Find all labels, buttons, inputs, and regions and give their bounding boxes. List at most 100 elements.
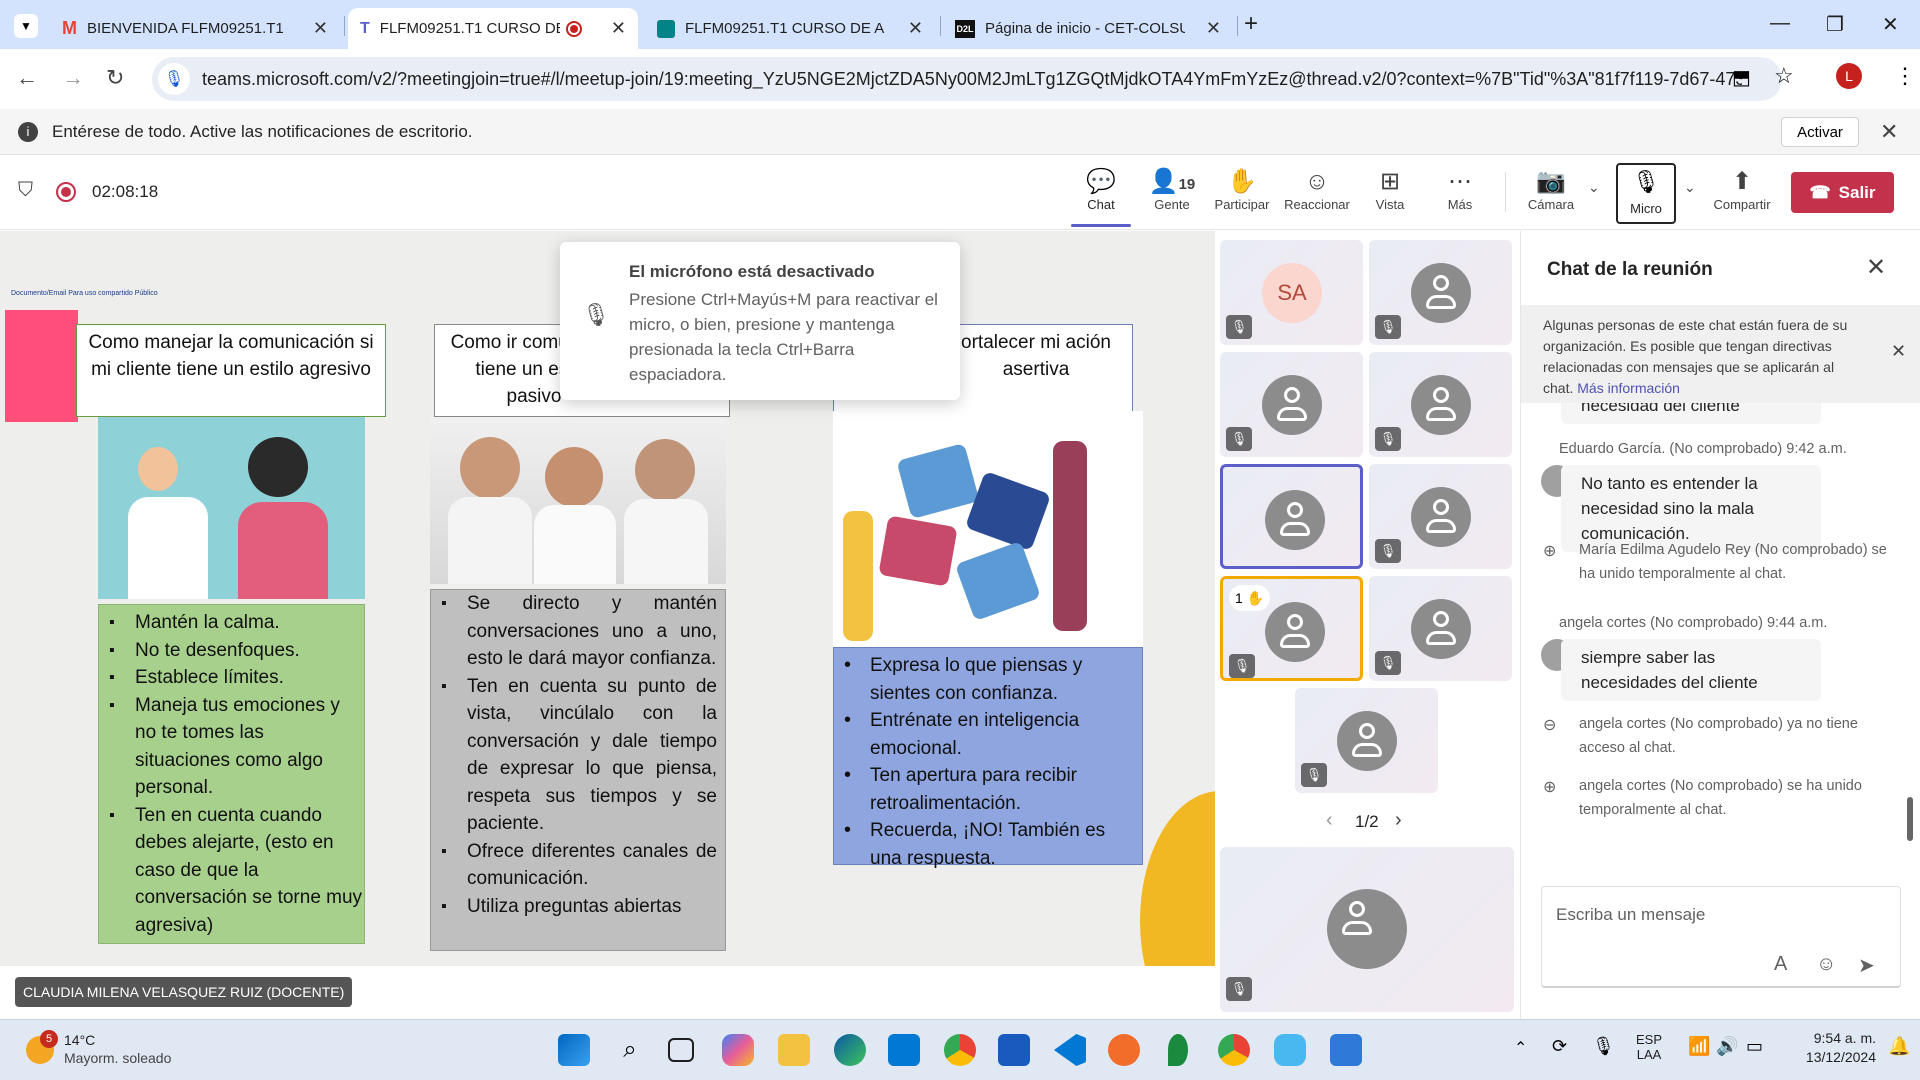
- vscode-icon[interactable]: [1054, 1034, 1086, 1066]
- close-tab-icon[interactable]: ✕: [611, 18, 626, 39]
- reload-icon[interactable]: ↻: [106, 65, 124, 91]
- list-item: Recuerda, ¡NO! También es una respuesta.: [834, 817, 1142, 872]
- self-view-tile[interactable]: 🎙: [1220, 847, 1514, 1012]
- browser-tab-active[interactable]: T FLFM09251.T1 CURSO DE A ✕: [348, 8, 638, 49]
- chrome-icon[interactable]: [944, 1034, 976, 1066]
- send-icon[interactable]: ➤: [1858, 953, 1875, 978]
- profile-avatar[interactable]: L: [1836, 63, 1862, 89]
- more-button[interactable]: ⋯ Más: [1425, 167, 1495, 212]
- camera-options-chevron-icon[interactable]: ⌄: [1588, 179, 1600, 196]
- teams-icon: T: [360, 19, 370, 37]
- volume-icon[interactable]: 🔊: [1716, 1036, 1738, 1057]
- notification-bar: i Entérese de todo. Active las notificac…: [0, 109, 1920, 155]
- message-input[interactable]: Escriba un mensaje A ☺ ➤: [1541, 886, 1901, 988]
- word-icon[interactable]: [998, 1034, 1030, 1066]
- close-banner-icon[interactable]: ✕: [1891, 341, 1906, 362]
- install-app-icon[interactable]: ⬒: [1732, 65, 1751, 90]
- browser-tab[interactable]: FLFM09251.T1 CURSO DE ASES ✕: [645, 8, 935, 49]
- participant-tile[interactable]: 🎙: [1220, 352, 1363, 457]
- info-icon: i: [18, 121, 38, 142]
- store-icon[interactable]: [888, 1034, 920, 1066]
- mic-button[interactable]: 🎙 Micro: [1616, 163, 1676, 224]
- app-icon[interactable]: [1108, 1034, 1140, 1066]
- close-tab-icon[interactable]: ✕: [313, 18, 328, 39]
- react-button[interactable]: ☺ Reaccionar: [1281, 167, 1353, 212]
- participant-tile-hand-raised[interactable]: 1 ✋ 🎙: [1220, 576, 1363, 681]
- notifications-bell-icon[interactable]: 🔔: [1888, 1036, 1910, 1057]
- task-view-icon[interactable]: [668, 1038, 694, 1062]
- app-icon[interactable]: [1168, 1034, 1188, 1066]
- sync-icon[interactable]: ⟳: [1552, 1036, 1567, 1057]
- hand-icon: ✋: [1227, 168, 1257, 195]
- format-icon[interactable]: A: [1774, 953, 1787, 976]
- edge-icon[interactable]: [834, 1034, 866, 1066]
- chat-button[interactable]: 💬 Chat: [1066, 167, 1136, 212]
- participant-tile[interactable]: 🎙: [1295, 688, 1438, 793]
- external-users-banner: Algunas personas de este chat están fuer…: [1521, 305, 1920, 403]
- list-item: Expresa lo que piensas y sientes con con…: [834, 652, 1142, 707]
- close-notification-icon[interactable]: ✕: [1880, 119, 1898, 145]
- close-chat-icon[interactable]: ✕: [1866, 253, 1886, 282]
- wifi-icon[interactable]: 📶: [1688, 1036, 1710, 1057]
- participant-tile[interactable]: 🎙: [1369, 464, 1512, 569]
- search-icon[interactable]: ⌕: [614, 1034, 646, 1066]
- new-tab-icon[interactable]: +: [1244, 10, 1258, 38]
- participant-tile[interactable]: SA 🎙: [1220, 240, 1363, 345]
- close-tab-icon[interactable]: ✕: [1206, 18, 1221, 39]
- pager-prev-icon[interactable]: ‹: [1326, 809, 1333, 832]
- camera-off-icon: 📷: [1536, 168, 1566, 195]
- participant-tile[interactable]: 🎙: [1369, 576, 1512, 681]
- app-icon[interactable]: [1274, 1034, 1306, 1066]
- slide-classification-tag: Documento/Email Para uso compartido Públ…: [11, 290, 158, 297]
- participant-tile[interactable]: 🎙: [1369, 352, 1512, 457]
- shield-icon[interactable]: ⛉: [18, 179, 33, 202]
- mic-off-icon: 🎙: [1226, 315, 1252, 339]
- raise-hand-button[interactable]: ✋ Participar: [1207, 167, 1277, 212]
- close-tab-icon[interactable]: ✕: [908, 18, 923, 39]
- avatar: [1411, 375, 1471, 435]
- forward-icon[interactable]: →: [62, 65, 84, 91]
- restore-icon[interactable]: ❐: [1826, 12, 1844, 37]
- browser-tab[interactable]: M BIENVENIDA FLFM09251.T1 CU ✕: [50, 8, 340, 49]
- mic-icon[interactable]: 🎙: [1592, 1036, 1615, 1057]
- participant-tile-selected[interactable]: [1220, 464, 1363, 569]
- clock[interactable]: 9:54 a. m. 13/12/2024: [1786, 1030, 1876, 1065]
- three-men-photo: [430, 417, 726, 584]
- language-indicator[interactable]: ESP LAA: [1636, 1032, 1662, 1062]
- browser-tab[interactable]: D2L Página de inicio - CET-COLSUBS ✕: [943, 8, 1233, 49]
- windows-start-icon[interactable]: [558, 1034, 590, 1066]
- weather-badge: 5: [40, 1030, 58, 1048]
- menu-kebab-icon[interactable]: ⋮: [1894, 63, 1916, 89]
- show-hidden-icons-icon[interactable]: ⌃: [1514, 1038, 1527, 1058]
- pager-next-icon[interactable]: ›: [1395, 809, 1402, 832]
- site-info-icon[interactable]: 🎙: [158, 63, 190, 95]
- chrome-profile-icon[interactable]: [1218, 1034, 1250, 1066]
- close-window-icon[interactable]: ✕: [1882, 12, 1899, 37]
- view-button[interactable]: ⊞ Vista: [1355, 167, 1425, 212]
- activate-button[interactable]: Activar: [1781, 117, 1859, 147]
- mic-off-icon: 🎙: [1375, 427, 1401, 451]
- app-icon[interactable]: [1330, 1034, 1362, 1066]
- share-button[interactable]: ⬆ Compartir: [1707, 167, 1777, 212]
- mic-options-chevron-icon[interactable]: ⌄: [1684, 179, 1696, 196]
- leave-button[interactable]: ☎ Salir: [1791, 172, 1894, 213]
- people-icon: 👤: [1148, 168, 1179, 195]
- address-bar[interactable]: 🎙 teams.microsoft.com/v2/?meetingjoin=tr…: [152, 57, 1782, 101]
- participant-tile[interactable]: 🎙: [1369, 240, 1512, 345]
- chat-scrollbar[interactable]: [1907, 797, 1913, 841]
- browser-tab-strip: ▼ M BIENVENIDA FLFM09251.T1 CU ✕ T FLFM0…: [0, 0, 1920, 49]
- people-button[interactable]: 👤19 Gente: [1137, 167, 1207, 212]
- camera-button[interactable]: 📷 Cámara: [1516, 167, 1586, 212]
- tab-search-chevron-icon[interactable]: ▼: [14, 14, 38, 38]
- file-explorer-icon[interactable]: [778, 1034, 810, 1066]
- minimize-icon[interactable]: —: [1770, 12, 1790, 35]
- more-info-link[interactable]: Más información: [1577, 380, 1680, 396]
- bookmark-star-icon[interactable]: ☆: [1774, 63, 1794, 89]
- list-item: Ten en cuenta cuando debes alejarte, (es…: [99, 802, 364, 940]
- emoji-icon[interactable]: ☺: [1816, 953, 1836, 976]
- recording-icon: [565, 20, 582, 37]
- copilot-icon[interactable]: [722, 1034, 754, 1066]
- back-icon[interactable]: ←: [16, 65, 38, 91]
- list-item: Utiliza preguntas abiertas: [431, 893, 717, 921]
- battery-icon[interactable]: ▭: [1746, 1036, 1763, 1057]
